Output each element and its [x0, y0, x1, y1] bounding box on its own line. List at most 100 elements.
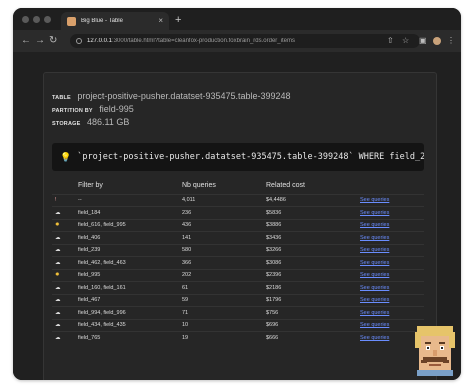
storage-row: STORAGE 486.11 GB: [52, 117, 130, 127]
nb-queries-cell: 61: [182, 281, 266, 294]
query-text: `project-positive-pusher.datatset-935475…: [77, 152, 424, 162]
nb-queries-cell: 141: [182, 231, 266, 244]
related-cost-cell: $2186: [266, 281, 360, 294]
related-cost-cell: $696: [266, 318, 360, 332]
nb-queries-cell: 236: [182, 206, 266, 219]
table-row: ☁ field_239 580 $3266 See queries: [52, 243, 424, 257]
filter-by-cell: field_239: [78, 243, 182, 257]
see-queries-link[interactable]: See queries: [360, 335, 389, 341]
cloud-icon: ☁: [55, 247, 61, 254]
related-cost-cell: $756: [266, 306, 360, 319]
mustached-man-avatar: [415, 326, 455, 376]
nb-queries-cell: 580: [182, 243, 266, 257]
related-cost-cell: $1796: [266, 293, 360, 307]
table-row: ☁ field_994, field_996 71 $756 See queries: [52, 306, 424, 319]
nb-queries-cell: 4,011: [182, 193, 266, 207]
storage-value: 486.11 GB: [86, 117, 130, 127]
nb-queries-cell: 202: [182, 268, 266, 282]
related-cost-cell: $3436: [266, 231, 360, 244]
related-cost-cell: $3266: [266, 243, 360, 257]
bookmark-star-icon[interactable]: ☆: [402, 36, 409, 45]
nb-queries-cell: 436: [182, 218, 266, 232]
no-filter-icon: !: [55, 197, 57, 204]
share-icon[interactable]: ⇧: [387, 36, 394, 45]
see-queries-link[interactable]: See queries: [360, 235, 389, 241]
see-queries-link[interactable]: See queries: [360, 285, 389, 291]
see-queries-link[interactable]: See queries: [360, 247, 389, 253]
cloud-icon: ☁: [55, 259, 61, 266]
table-panel: TABLE project-positive-pusher.datatset-9…: [43, 72, 437, 380]
table-row: ☁ field_184 236 $5836 See queries: [52, 206, 424, 219]
see-queries-link[interactable]: See queries: [360, 197, 389, 203]
url-text[interactable]: 127.0.0.1:3000/table.html?table=cleanfox…: [87, 38, 295, 44]
nb-queries-cell: 366: [182, 256, 266, 269]
see-queries-link[interactable]: See queries: [360, 222, 389, 228]
filter-by-cell: field_184: [78, 206, 182, 219]
close-window-button[interactable]: [22, 16, 29, 23]
page-content: TABLE project-positive-pusher.datatset-9…: [13, 52, 461, 380]
see-queries-link[interactable]: See queries: [360, 297, 389, 303]
browser-window: Big Blue - Table × + ← → ↻ 127.0.0.1:300…: [13, 8, 461, 380]
favicon-icon: [67, 16, 76, 26]
cloud-icon: ☁: [55, 234, 61, 241]
filter-by-cell: field_995: [78, 268, 182, 282]
cloud-icon: ☁: [55, 297, 61, 304]
see-queries-link[interactable]: See queries: [360, 322, 389, 328]
related-cost-cell: $3886: [266, 218, 360, 232]
new-tab-button[interactable]: +: [175, 15, 181, 26]
table-row: ☁ field_406 141 $3436 See queries: [52, 231, 424, 244]
icon-column-header: [52, 177, 78, 194]
filter-by-cell: field_160, field_161: [78, 281, 182, 294]
sun-icon: ✹: [55, 272, 60, 279]
sun-icon: ✹: [55, 222, 60, 229]
cloud-icon: ☁: [55, 209, 61, 216]
tab-title: Big Blue - Table: [81, 18, 123, 24]
filter-by-cell: field_616, field_995: [78, 218, 182, 232]
browser-tab[interactable]: Big Blue - Table ×: [61, 12, 169, 30]
table-row: ☁ field_160, field_161 61 $2186 See queries: [52, 281, 424, 294]
menu-kebab-icon[interactable]: ⋮: [447, 36, 455, 45]
minimize-window-button[interactable]: [33, 16, 40, 23]
nb-queries-cell: 59: [182, 293, 266, 307]
filter-by-cell: field_765: [78, 331, 182, 344]
cloud-icon: ☁: [55, 284, 61, 291]
back-arrow-icon[interactable]: ←: [21, 35, 31, 47]
table-row: ✹ field_995 202 $2396 See queries: [52, 268, 424, 282]
table-row: ☁ field_467 59 $1796 See queries: [52, 293, 424, 307]
table-row: ☁ field_434, field_435 10 $696 See queries: [52, 318, 424, 332]
address-bar[interactable]: 127.0.0.1:3000/table.html?table=cleanfox…: [70, 34, 420, 48]
profile-avatar[interactable]: [433, 37, 441, 45]
related-cost-cell: $3086: [266, 256, 360, 269]
lightbulb-icon: 💡: [60, 151, 72, 162]
table-row: ☁ field_462, field_463 366 $3086 See queries: [52, 256, 424, 269]
related-cost-cell: $2396: [266, 268, 360, 282]
forward-arrow-icon[interactable]: →: [35, 35, 45, 47]
see-queries-link[interactable]: See queries: [360, 310, 389, 316]
filter-by-cell: --: [78, 193, 182, 207]
reload-icon[interactable]: ↻: [49, 35, 57, 47]
nb-queries-cell: 19: [182, 331, 266, 344]
tab-close-icon[interactable]: ×: [158, 17, 163, 25]
see-queries-link[interactable]: See queries: [360, 260, 389, 266]
related-cost-cell: $4,4486: [266, 193, 360, 207]
filters-table: Filter by Nb queries Related cost ! -- 4,0…: [52, 177, 424, 344]
see-queries-link[interactable]: See queries: [360, 210, 389, 216]
see-queries-link[interactable]: See queries: [360, 272, 389, 278]
table-row: ✹ field_616, field_995 436 $3886 See queries: [52, 218, 424, 232]
query-preview[interactable]: 💡 `project-positive-pusher.datatset-9354…: [52, 143, 424, 171]
nb-queries-cell: 10: [182, 318, 266, 332]
filter-by-header: Filter by: [78, 181, 103, 189]
cloud-icon: ☁: [55, 322, 61, 329]
sidebar-icon[interactable]: ▣: [419, 36, 427, 45]
filter-by-cell: field_467: [78, 293, 182, 307]
filter-by-cell: field_462, field_463: [78, 256, 182, 269]
related-cost-cell: $5836: [266, 206, 360, 219]
nb-queries-cell: 71: [182, 306, 266, 319]
site-info-icon[interactable]: [76, 38, 82, 44]
filter-by-cell: field_434, field_435: [78, 318, 182, 332]
filter-by-cell: field_994, field_996: [78, 306, 182, 319]
filter-by-cell: field_406: [78, 231, 182, 244]
maximize-window-button[interactable]: [44, 16, 51, 23]
title-bar: Big Blue - Table × +: [13, 8, 461, 30]
table-row: ☁ field_765 19 $666 See queries: [52, 331, 424, 344]
